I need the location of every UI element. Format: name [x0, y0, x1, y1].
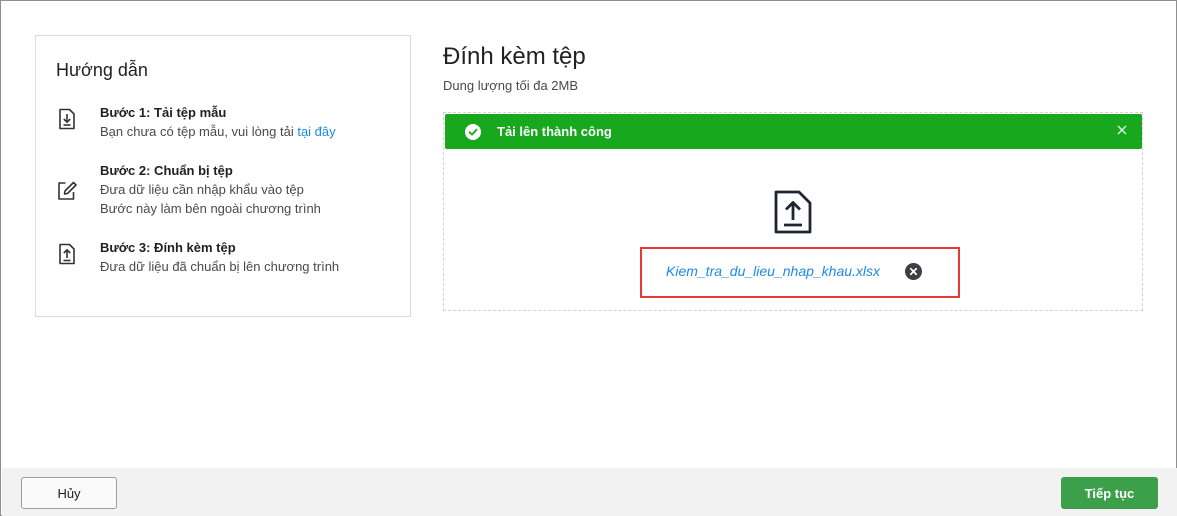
guide-step-2-text: Bước 2: Chuẩn bị tệp Đưa dữ liệu cần nhậ… [100, 162, 400, 218]
file-dropzone[interactable]: Tải lên thành công Kiem_tra_du_lieu_nhap… [443, 112, 1143, 311]
guide-step-1: Bước 1: Tải tệp mẫu Bạn chưa có tệp mẫu,… [56, 104, 396, 144]
guide-step-1-desc: Bạn chưa có tệp mẫu, vui lòng tải tại đâ… [100, 122, 400, 141]
remove-file-icon[interactable] [905, 263, 922, 280]
guide-title: Hướng dẫn [56, 60, 148, 80]
cancel-button[interactable]: Hủy [21, 477, 117, 509]
close-icon[interactable] [1116, 124, 1128, 136]
guide-step-1-text: Bước 1: Tải tệp mẫu Bạn chưa có tệp mẫu,… [100, 104, 400, 141]
guide-step-2: Bước 2: Chuẩn bị tệp Đưa dữ liệu cần nhậ… [56, 162, 396, 222]
dialog-footer: Hủy Tiếp tục [2, 468, 1177, 516]
attach-title: Đính kèm tệp [443, 43, 586, 70]
guide-step-3-title: Bước 3: Đính kèm tệp [100, 240, 236, 255]
guide-step-1-title: Bước 1: Tải tệp mẫu [100, 105, 227, 120]
guide-step-3-desc: Đưa dữ liệu đã chuẩn bị lên chương trình [100, 259, 340, 274]
uploaded-file-name[interactable]: Kiem_tra_du_lieu_nhap_khau.xlsx [666, 263, 880, 279]
success-message: Tải lên thành công [497, 124, 612, 139]
continue-button[interactable]: Tiếp tục [1061, 477, 1158, 509]
upload-file-icon [59, 243, 75, 265]
attach-subtitle: Dung lượng tối đa 2MB [443, 78, 579, 93]
success-banner: Tải lên thành công [445, 114, 1142, 149]
download-template-link[interactable]: tại đây [297, 124, 335, 139]
guide-step-1-desc-text: Bạn chưa có tệp mẫu, vui lòng tải [100, 124, 298, 139]
upload-file-icon [774, 190, 812, 234]
edit-icon [58, 181, 77, 200]
guide-step-2-desc-2: Bước này làm bên ngoài chương trình [100, 201, 321, 216]
download-file-icon [59, 108, 75, 130]
guide-panel: Hướng dẫn Bước 1: Tải tệp mẫu Bạn chưa c… [35, 35, 411, 317]
uploaded-file-item: Kiem_tra_du_lieu_nhap_khau.xlsx [640, 247, 960, 298]
guide-step-3-text: Bước 3: Đính kèm tệp Đưa dữ liệu đã chuẩ… [100, 239, 400, 276]
guide-step-3: Bước 3: Đính kèm tệp Đưa dữ liệu đã chuẩ… [56, 239, 396, 279]
check-circle-icon [465, 124, 481, 140]
guide-step-2-desc-1: Đưa dữ liệu cần nhập khẩu vào tệp [100, 182, 304, 197]
import-dialog: Hướng dẫn Bước 1: Tải tệp mẫu Bạn chưa c… [0, 0, 1177, 516]
guide-step-2-title: Bước 2: Chuẩn bị tệp [100, 163, 233, 178]
